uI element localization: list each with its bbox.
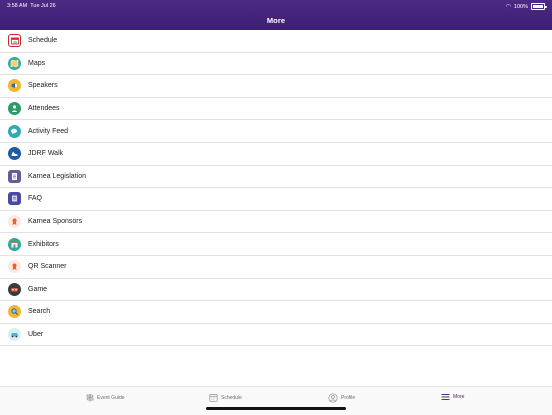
menu-item-exhibitors[interactable]: Exhibitors	[0, 233, 552, 256]
tab-event-guide[interactable]: Event Guide	[86, 393, 125, 402]
hamburger-icon	[441, 393, 450, 401]
document-icon	[8, 169, 21, 183]
menu-item-label: Uber	[28, 331, 44, 339]
gamepad-icon	[8, 282, 21, 296]
user-circle-icon	[328, 393, 338, 403]
page-title: More	[266, 16, 286, 25]
menu-item-label: JDRF Walk	[28, 150, 64, 158]
map-icon	[8, 56, 21, 70]
booth-icon	[8, 237, 21, 251]
battery-icon	[531, 3, 547, 10]
menu-item-karnea-legislation[interactable]: Karnea Legislation	[0, 166, 552, 189]
tab-profile[interactable]: Profile	[328, 393, 355, 403]
menu-item-attendees[interactable]: Attendees	[0, 98, 552, 121]
menu-item-maps[interactable]: Maps	[0, 53, 552, 76]
menu-item-label: Search	[28, 308, 51, 316]
menu-item-label: Exhibitors	[28, 240, 59, 248]
calendar-icon: 26	[8, 34, 21, 48]
people-icon	[8, 102, 21, 116]
home-indicator[interactable]	[206, 407, 346, 410]
wifi-icon: ◠	[505, 3, 511, 10]
magnifier-icon	[8, 305, 21, 319]
tab-schedule[interactable]: Schedule	[209, 393, 242, 402]
svg-text:26: 26	[13, 40, 17, 44]
shoe-icon	[8, 147, 21, 161]
status-time: 3:58 AM	[7, 3, 28, 9]
menu-item-game[interactable]: Game	[0, 279, 552, 302]
status-indicators: ◠ 100%	[505, 3, 547, 10]
tab-label: Schedule	[221, 394, 242, 401]
battery-percentage: 100%	[513, 3, 528, 10]
chat-icon	[8, 124, 21, 138]
menu-item-activity-feed[interactable]: Activity Feed	[0, 120, 552, 143]
menu-item-label: FAQ	[28, 195, 43, 203]
menu-item-uber[interactable]: Uber	[0, 324, 552, 347]
tab-bar: Event Guide Schedule Profile More	[0, 386, 552, 415]
tab-label: Profile	[341, 395, 356, 401]
menu-item-karnea-sponsors[interactable]: Karnea Sponsors	[0, 211, 552, 234]
status-time-date: 3:58 AM Tue Jul 26	[7, 3, 56, 9]
tab-label: Event Guide	[97, 394, 125, 401]
menu-item-label: Maps	[28, 59, 46, 67]
menu-item-speakers[interactable]: Speakers	[0, 75, 552, 98]
menu-item-label: QR Scanner	[28, 263, 67, 271]
menu-item-label: Schedule	[28, 37, 58, 45]
menu-item-label: Activity Feed	[28, 127, 69, 135]
menu-item-label: Karnea Legislation	[28, 172, 86, 180]
qr-icon	[8, 260, 21, 274]
calendar-icon	[209, 393, 218, 402]
menu-item-label: Speakers	[28, 82, 58, 90]
menu-item-label: Game	[28, 285, 48, 293]
menu-item-jdrf-walk[interactable]: JDRF Walk	[0, 143, 552, 166]
menu-item-qr-scanner[interactable]: QR Scanner	[0, 256, 552, 279]
status-date: Tue Jul 26	[30, 3, 56, 9]
signpost-icon	[86, 393, 94, 402]
menu-item-faq[interactable]: FAQ	[0, 188, 552, 211]
menu-item-label: Karnea Sponsors	[28, 218, 83, 226]
tab-more[interactable]: More	[441, 393, 464, 401]
book-icon	[8, 192, 21, 206]
navigation-header: 3:58 AM Tue Jul 26 ◠ 100% More	[0, 0, 552, 30]
car-icon	[8, 328, 21, 342]
ribbon-icon	[8, 215, 21, 229]
tab-label: More	[453, 394, 465, 400]
more-menu-list: 26 Schedule Maps Speakers Attendees Acti…	[0, 30, 552, 347]
megaphone-icon	[8, 79, 21, 93]
menu-item-label: Attendees	[28, 105, 60, 113]
menu-item-search[interactable]: Search	[0, 301, 552, 324]
menu-item-schedule[interactable]: 26 Schedule	[0, 30, 552, 53]
